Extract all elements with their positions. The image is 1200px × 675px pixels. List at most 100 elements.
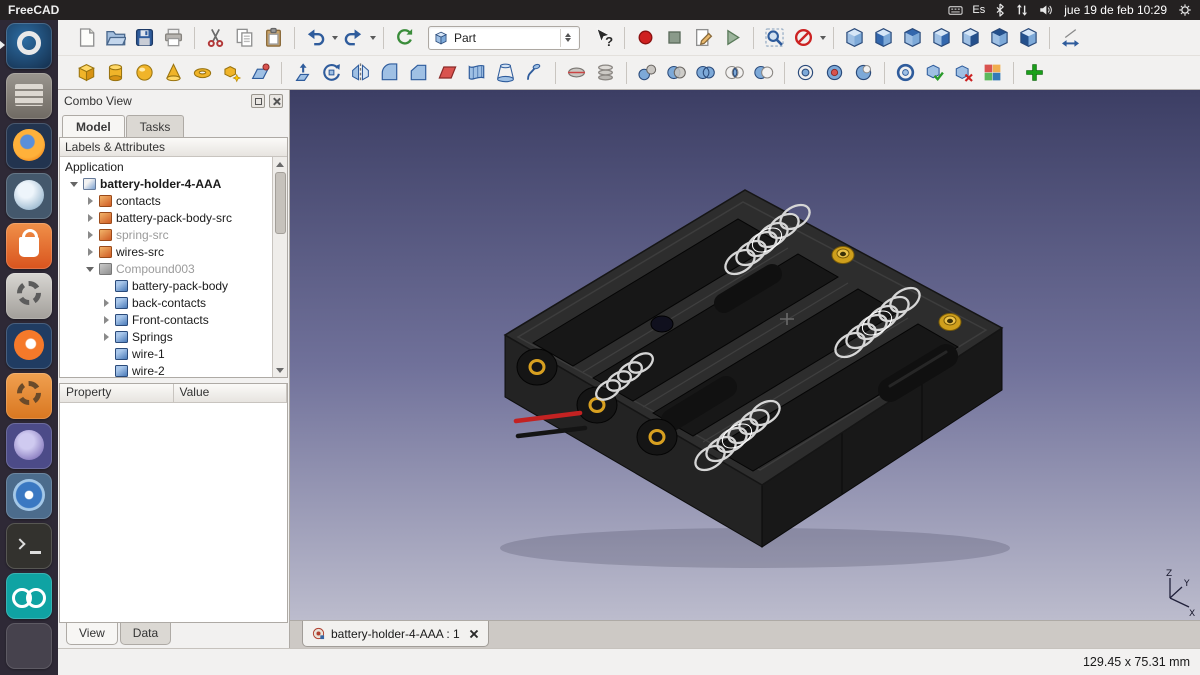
launcher-files[interactable] bbox=[6, 73, 52, 119]
union-icon[interactable] bbox=[691, 60, 720, 86]
fit-all-icon[interactable] bbox=[760, 25, 789, 51]
macro-stop-icon[interactable] bbox=[660, 25, 689, 51]
view-bottom-icon[interactable] bbox=[985, 25, 1014, 51]
session-gear-icon[interactable] bbox=[1178, 3, 1192, 17]
save-icon[interactable] bbox=[130, 25, 159, 51]
new-document-icon[interactable] bbox=[72, 25, 101, 51]
tree-item-battery-holder[interactable]: battery-holder-4-AAA bbox=[60, 175, 272, 192]
3d-viewport[interactable]: Z Y X bbox=[290, 90, 1200, 620]
tree-item-application[interactable]: Application bbox=[60, 158, 272, 175]
cone-icon[interactable] bbox=[159, 60, 188, 86]
print-icon[interactable] bbox=[159, 25, 188, 51]
shape-builder-icon[interactable] bbox=[246, 60, 275, 86]
launcher-processing[interactable] bbox=[6, 573, 52, 619]
redo-menu-arrow-icon[interactable] bbox=[368, 25, 377, 51]
fillet-icon[interactable] bbox=[375, 60, 404, 86]
section-icon[interactable] bbox=[562, 60, 591, 86]
sphere-icon[interactable] bbox=[130, 60, 159, 86]
draw-style-icon[interactable] bbox=[789, 25, 818, 51]
network-icon[interactable] bbox=[1015, 3, 1029, 17]
tree-scrollbar[interactable] bbox=[272, 157, 287, 377]
bluetooth-icon[interactable] bbox=[994, 3, 1006, 17]
panel-close-button[interactable] bbox=[269, 94, 283, 108]
torus-icon[interactable] bbox=[188, 60, 217, 86]
draw-style-menu-arrow-icon[interactable] bbox=[818, 25, 827, 51]
caret-right-icon[interactable] bbox=[101, 331, 112, 342]
chamfer-icon[interactable] bbox=[404, 60, 433, 86]
tree-item-front-contacts[interactable]: Front-contacts bbox=[60, 311, 272, 328]
caret-down-icon[interactable] bbox=[85, 263, 96, 274]
revolve-icon[interactable] bbox=[317, 60, 346, 86]
tab-data[interactable]: Data bbox=[120, 623, 171, 645]
check-geometry-icon[interactable] bbox=[920, 60, 949, 86]
macro-record-icon[interactable] bbox=[631, 25, 660, 51]
language-indicator[interactable]: Es bbox=[972, 4, 985, 16]
measure-distance-icon[interactable] bbox=[1056, 25, 1085, 51]
tree-item-wires-src[interactable]: wires-src bbox=[60, 243, 272, 260]
create-primitives-icon[interactable] bbox=[217, 60, 246, 86]
keyboard-indicator-icon[interactable] bbox=[948, 3, 963, 18]
launcher-blender[interactable] bbox=[6, 323, 52, 369]
launcher-workspace[interactable] bbox=[6, 623, 52, 669]
extrude-icon[interactable] bbox=[288, 60, 317, 86]
whats-this-icon[interactable]: ? bbox=[589, 25, 618, 51]
caret-right-icon[interactable] bbox=[101, 314, 112, 325]
scroll-up-icon[interactable] bbox=[274, 157, 287, 170]
document-tab[interactable]: battery-holder-4-AAA : 1 bbox=[302, 621, 489, 647]
cut-icon[interactable] bbox=[201, 25, 230, 51]
launcher-tool-settings[interactable] bbox=[6, 373, 52, 419]
join-cutout-icon[interactable] bbox=[849, 60, 878, 86]
tree-item-contacts[interactable]: contacts bbox=[60, 192, 272, 209]
cut-boolean-icon[interactable] bbox=[749, 60, 778, 86]
mirror-icon[interactable] bbox=[346, 60, 375, 86]
tree-item-springs[interactable]: Springs bbox=[60, 328, 272, 345]
tree-item-wire-2[interactable]: wire-2 bbox=[60, 362, 272, 377]
value-column-header[interactable]: Value bbox=[174, 384, 288, 402]
loft-icon[interactable] bbox=[491, 60, 520, 86]
cylinder-icon[interactable] bbox=[101, 60, 130, 86]
battery-holder-3d-model[interactable] bbox=[290, 90, 1200, 620]
scrollbar-thumb[interactable] bbox=[275, 172, 286, 234]
tree-item-battery-pack-body[interactable]: battery-pack-body bbox=[60, 277, 272, 294]
view-left-icon[interactable] bbox=[1014, 25, 1043, 51]
volume-icon[interactable] bbox=[1038, 3, 1053, 17]
defeaturing-icon[interactable] bbox=[949, 60, 978, 86]
tree-item-spring-src[interactable]: spring-src bbox=[60, 226, 272, 243]
box-icon[interactable] bbox=[72, 60, 101, 86]
tree-item-back-contacts[interactable]: back-contacts bbox=[60, 294, 272, 311]
copy-icon[interactable] bbox=[230, 25, 259, 51]
view-right-icon[interactable] bbox=[927, 25, 956, 51]
common-icon[interactable] bbox=[720, 60, 749, 86]
tab-tasks[interactable]: Tasks bbox=[126, 115, 185, 137]
open-document-icon[interactable] bbox=[101, 25, 130, 51]
caret-right-icon[interactable] bbox=[85, 212, 96, 223]
launcher-terminal[interactable] bbox=[6, 523, 52, 569]
compound-icon[interactable] bbox=[633, 60, 662, 86]
launcher-web-browser[interactable] bbox=[6, 173, 52, 219]
paste-icon[interactable] bbox=[259, 25, 288, 51]
color-per-face-icon[interactable] bbox=[978, 60, 1007, 86]
tab-view[interactable]: View bbox=[66, 623, 118, 645]
launcher-chromium[interactable] bbox=[6, 473, 52, 519]
tab-close-icon[interactable] bbox=[469, 629, 479, 639]
join-embed-icon[interactable] bbox=[820, 60, 849, 86]
undo-icon[interactable] bbox=[301, 25, 330, 51]
redo-icon[interactable] bbox=[339, 25, 368, 51]
view-front-icon[interactable] bbox=[869, 25, 898, 51]
caret-right-icon[interactable] bbox=[85, 246, 96, 257]
cross-sections-icon[interactable] bbox=[591, 60, 620, 86]
tree-item-wire-1[interactable]: wire-1 bbox=[60, 345, 272, 362]
caret-down-icon[interactable] bbox=[69, 178, 80, 189]
refresh-icon[interactable] bbox=[390, 25, 419, 51]
launcher-system-settings[interactable] bbox=[6, 273, 52, 319]
launcher-media-player[interactable] bbox=[6, 423, 52, 469]
caret-right-icon[interactable] bbox=[101, 297, 112, 308]
panel-float-button[interactable] bbox=[251, 94, 265, 108]
launcher-freecad[interactable] bbox=[6, 23, 52, 69]
boolean-icon[interactable] bbox=[662, 60, 691, 86]
ruled-surface-icon[interactable] bbox=[462, 60, 491, 86]
workbench-selector[interactable]: Part bbox=[428, 26, 580, 50]
tree-item-compound003[interactable]: Compound003 bbox=[60, 260, 272, 277]
join-connect-icon[interactable] bbox=[791, 60, 820, 86]
macro-execute-icon[interactable] bbox=[718, 25, 747, 51]
